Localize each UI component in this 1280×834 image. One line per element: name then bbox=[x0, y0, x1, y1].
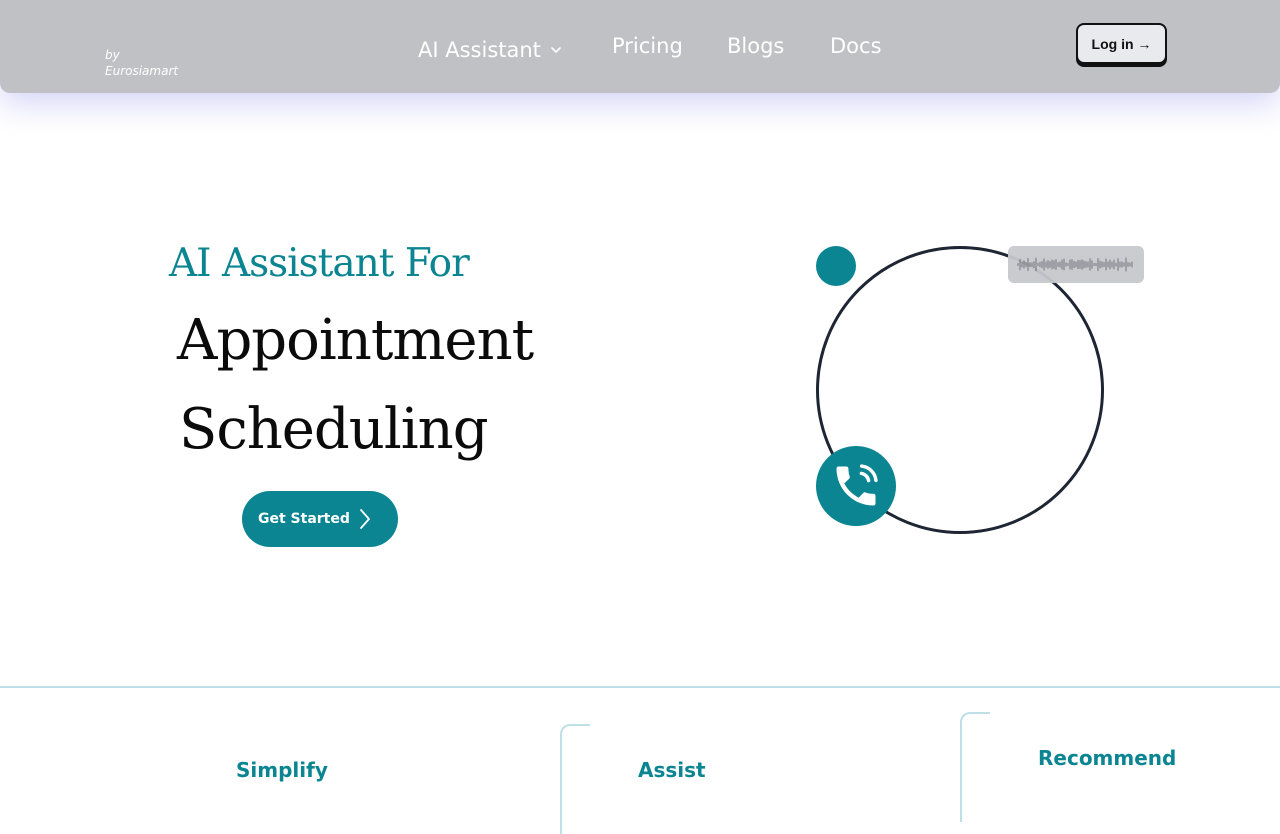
audio-waveform-icon bbox=[1017, 257, 1133, 272]
brand-by-text: by bbox=[105, 48, 120, 62]
feature-card-border bbox=[960, 712, 990, 822]
nav-blogs-link[interactable]: Blogs bbox=[727, 34, 784, 58]
phone-call-icon bbox=[836, 464, 878, 506]
top-navbar: by Eurosiamart AI Assistant Pricing Blog… bbox=[0, 0, 1280, 93]
login-button[interactable]: Log in → bbox=[1076, 23, 1167, 64]
chevron-down-icon bbox=[551, 47, 561, 53]
section-divider bbox=[0, 686, 1280, 688]
get-started-button[interactable]: Get Started bbox=[242, 491, 398, 547]
nav-pricing-link[interactable]: Pricing bbox=[612, 34, 683, 58]
nav-ai-assistant-label: AI Assistant bbox=[418, 38, 541, 62]
hero-title-line2: Scheduling bbox=[179, 397, 489, 462]
brand-subtitle: by Eurosiamart bbox=[105, 47, 178, 79]
feature-simplify-title: Simplify bbox=[236, 758, 328, 782]
audio-waveform-badge bbox=[1008, 246, 1144, 283]
chevron-right-icon bbox=[360, 509, 370, 529]
brand-company-text: Eurosiamart bbox=[105, 64, 179, 78]
call-button[interactable] bbox=[816, 446, 896, 526]
feature-card-border bbox=[560, 724, 590, 834]
status-dot bbox=[816, 246, 856, 286]
get-started-label: Get Started bbox=[258, 511, 350, 527]
nav-ai-assistant-dropdown[interactable]: AI Assistant bbox=[418, 38, 563, 62]
feature-assist-title: Assist bbox=[638, 758, 706, 782]
feature-recommend-title: Recommend bbox=[1038, 746, 1177, 770]
nav-docs-link[interactable]: Docs bbox=[830, 34, 882, 58]
hero-kicker: AI Assistant For bbox=[169, 241, 470, 286]
hero-title-line1: Appointment bbox=[177, 308, 534, 373]
